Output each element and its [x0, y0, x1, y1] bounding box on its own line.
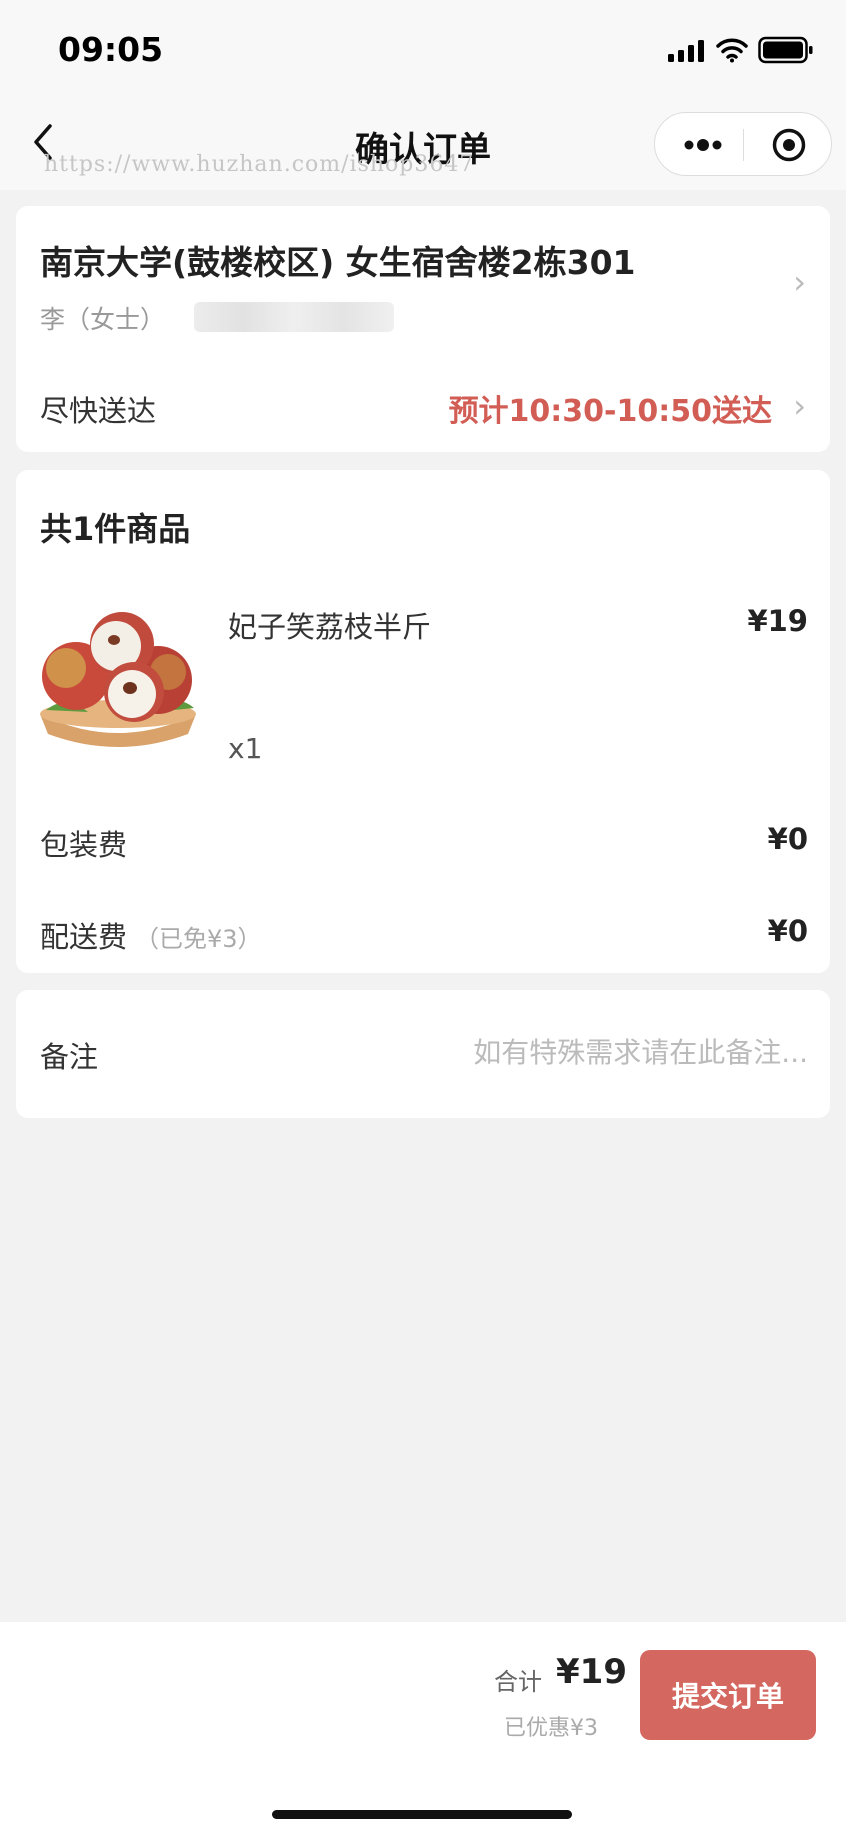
remark-input[interactable] — [348, 1026, 808, 1078]
delivery-time[interactable]: 预计10:30-10:50送达 — [449, 386, 772, 430]
blurred-phone — [194, 302, 394, 332]
watermark-text: https://www.huzhan.com/ishop3647 — [44, 152, 475, 177]
signal-icon — [668, 40, 704, 62]
packaging-fee-label: 包装费 — [40, 828, 128, 862]
nav-bar: 确认订单 https://www.huzhan.com/ishop3647 — [0, 100, 846, 190]
battery-icon — [758, 36, 813, 64]
capsule-divider — [743, 129, 744, 161]
product-price: ¥19 — [747, 604, 808, 638]
shipping-fee-label: 配送费 — [40, 920, 128, 954]
product-name: 妃子笑荔枝半斤 — [228, 610, 432, 644]
address-text[interactable]: 南京大学(鼓楼校区) 女生宿舍楼2栋301 — [40, 236, 636, 284]
shipping-fee-value: ¥0 — [767, 914, 808, 948]
mini-program-capsule — [654, 112, 832, 176]
discount-text: 已优惠¥3 — [504, 1716, 598, 1741]
checkout-bar: 合计 ¥19 已优惠¥3 提交订单 — [0, 1622, 846, 1834]
goods-card: 共1件商品 妃子笑荔枝半斤 ¥19 x1 包装费 ¥0 配送费 （已免¥3） ¥0 — [16, 470, 830, 973]
packaging-fee-value: ¥0 — [767, 822, 808, 856]
goods-count-title: 共1件商品 — [40, 510, 191, 548]
status-time: 09:05 — [58, 30, 164, 69]
remark-label: 备注 — [40, 1040, 99, 1074]
lychee-product-image — [40, 612, 196, 747]
wifi-icon — [716, 38, 748, 63]
submit-order-button[interactable]: 提交订单 — [640, 1650, 816, 1740]
remark-card: 备注 — [16, 990, 830, 1118]
status-bar: 09:05 — [0, 0, 846, 100]
contact-name: 李（女士） — [40, 305, 166, 334]
total-label: 合计 — [494, 1668, 542, 1696]
home-indicator — [272, 1810, 572, 1819]
shipping-fee-note: （已免¥3） — [135, 925, 262, 953]
total-amount: ¥19 — [556, 1652, 627, 1692]
chevron-right-icon[interactable]: › — [793, 390, 806, 422]
address-card: 南京大学(鼓楼校区) 女生宿舍楼2栋301 李（女士） › 尽快送达 预计10:… — [16, 206, 830, 452]
delivery-label: 尽快送达 — [40, 394, 157, 428]
shipping-fee-row: 配送费 （已免¥3） — [40, 914, 262, 956]
product-quantity: x1 — [228, 732, 263, 765]
close-target-icon[interactable] — [771, 127, 807, 163]
chevron-right-icon[interactable]: › — [793, 266, 806, 298]
more-dots-icon[interactable] — [683, 138, 723, 152]
